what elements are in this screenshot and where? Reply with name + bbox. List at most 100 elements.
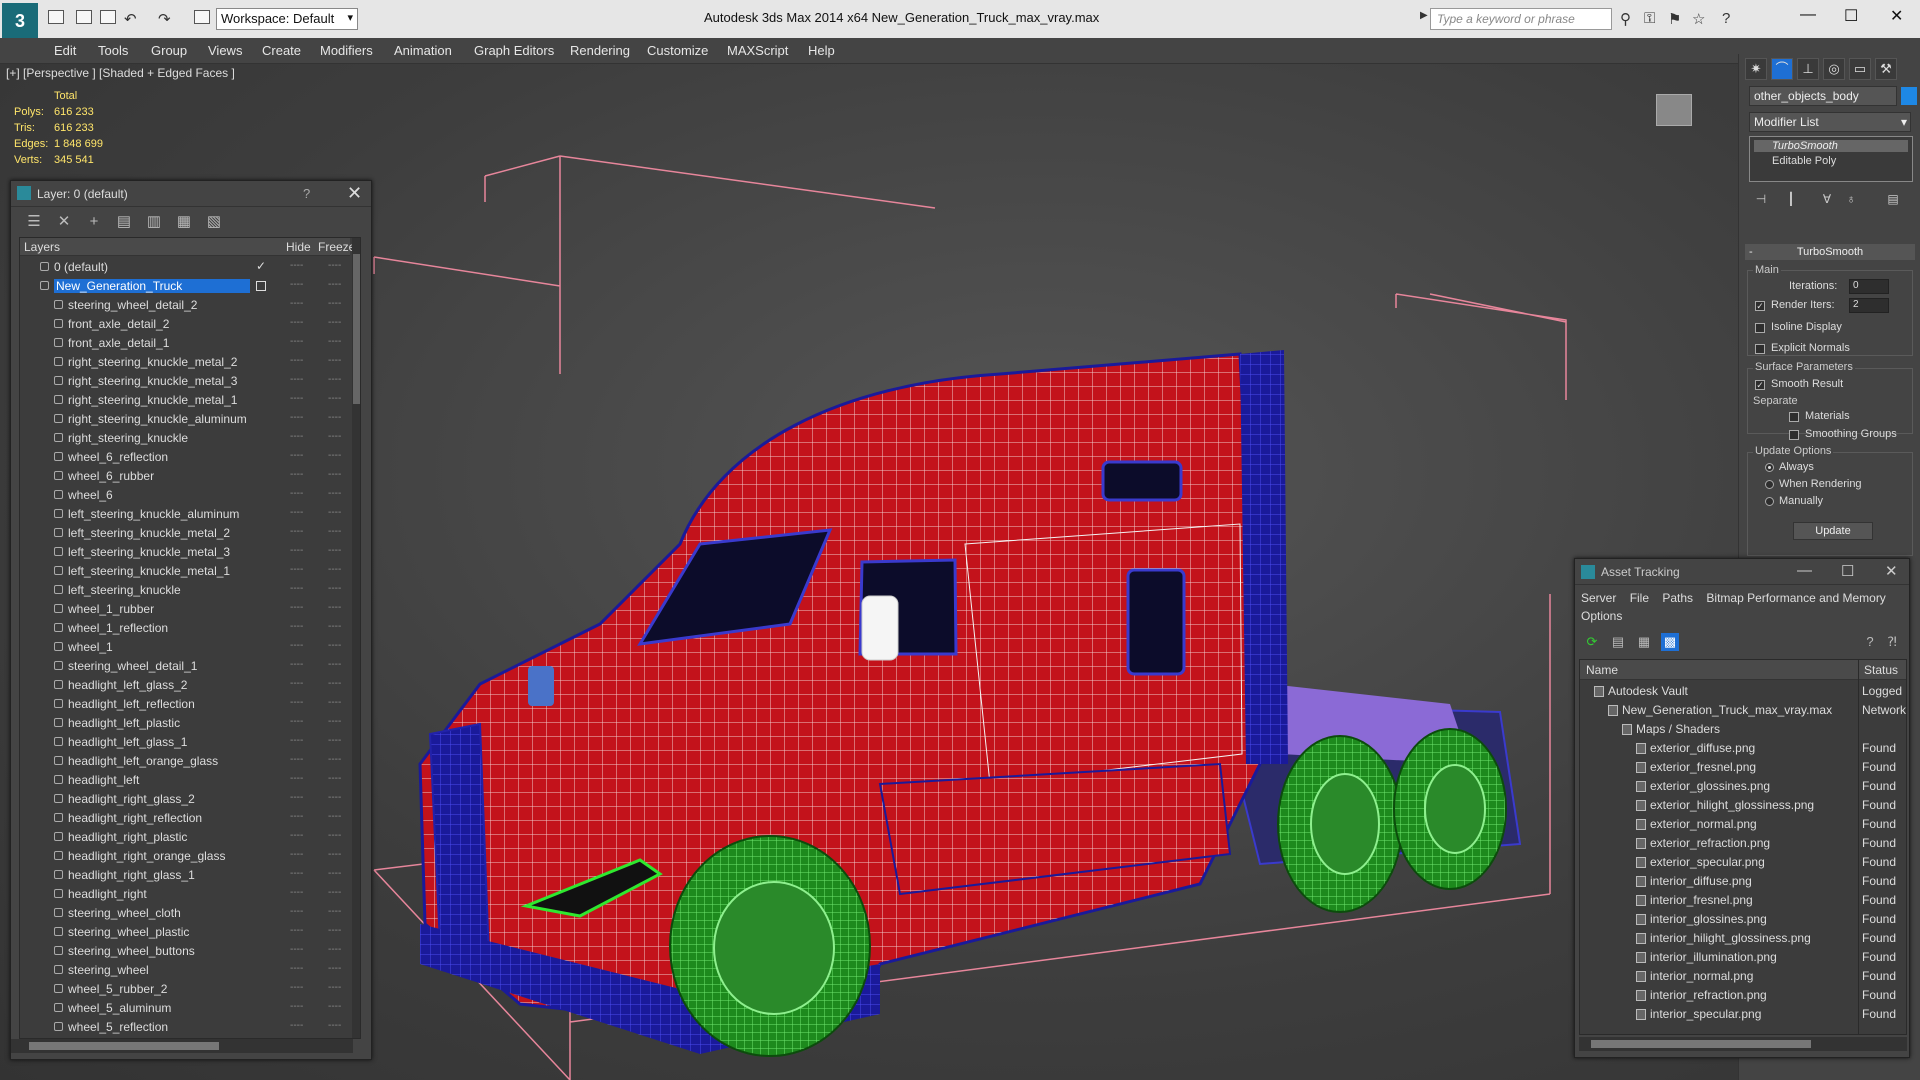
layer-stack-icon[interactable]: ☰ xyxy=(25,213,43,231)
hide-toggle[interactable]: ---- xyxy=(290,678,303,689)
layer-row[interactable]: wheel_6_reflection ---- ---- xyxy=(20,448,350,467)
hide-toggle[interactable]: ---- xyxy=(290,393,303,404)
layer-row[interactable]: front_axle_detail_1 ---- ---- xyxy=(20,334,350,353)
minimize-icon[interactable]: — xyxy=(1800,6,1816,24)
layer-row[interactable]: 0 (default) ---- ---- ✓ xyxy=(20,258,350,277)
freeze-toggle[interactable]: ---- xyxy=(328,868,341,879)
layer-row[interactable]: wheel_6_rubber ---- ---- xyxy=(20,467,350,486)
layer-row[interactable]: steering_wheel_detail_2 ---- ---- xyxy=(20,296,350,315)
hide-toggle[interactable]: ---- xyxy=(290,621,303,632)
redo-icon[interactable]: ↷ xyxy=(158,10,171,28)
layer-row[interactable]: headlight_left ---- ---- xyxy=(20,771,350,790)
freeze-toggle[interactable]: ---- xyxy=(328,621,341,632)
layer-properties-icon[interactable]: ▧ xyxy=(205,213,223,231)
layer-row[interactable]: right_steering_knuckle_metal_1 ---- ---- xyxy=(20,391,350,410)
hide-toggle[interactable]: ---- xyxy=(290,488,303,499)
asset-row[interactable]: interior_hilight_glossiness.png Found xyxy=(1580,929,1906,948)
search-input[interactable]: Type a keyword or phrase xyxy=(1430,8,1612,30)
freeze-toggle[interactable]: ---- xyxy=(328,355,341,366)
layer-row[interactable]: right_steering_knuckle_metal_2 ---- ---- xyxy=(20,353,350,372)
asset-row[interactable]: exterior_normal.png Found xyxy=(1580,815,1906,834)
menu-create[interactable]: Create xyxy=(262,43,301,58)
freeze-toggle[interactable]: ---- xyxy=(328,374,341,385)
hide-toggle[interactable]: ---- xyxy=(290,659,303,670)
freeze-toggle[interactable]: ---- xyxy=(328,773,341,784)
layer-row[interactable]: left_steering_knuckle_metal_2 ---- ---- xyxy=(20,524,350,543)
hide-toggle[interactable]: ---- xyxy=(290,754,303,765)
asset-row[interactable]: exterior_hilight_glossiness.png Found xyxy=(1580,796,1906,815)
freeze-toggle[interactable]: ---- xyxy=(328,697,341,708)
select-objects-icon[interactable]: ▥ xyxy=(145,213,163,231)
hide-toggle[interactable]: ---- xyxy=(290,507,303,518)
hide-toggle[interactable]: ---- xyxy=(290,716,303,727)
layer-row[interactable]: front_axle_detail_2 ---- ---- xyxy=(20,315,350,334)
freeze-toggle[interactable]: ---- xyxy=(328,450,341,461)
pin-stack-icon[interactable]: ⊣ xyxy=(1753,192,1769,208)
hide-toggle[interactable]: ---- xyxy=(290,317,303,328)
asset-row[interactable]: interior_illumination.png Found xyxy=(1580,948,1906,967)
layer-row[interactable]: wheel_5_aluminum ---- ---- xyxy=(20,999,350,1018)
asset-row[interactable]: exterior_specular.png Found xyxy=(1580,853,1906,872)
layer-row[interactable]: wheel_1_rubber ---- ---- xyxy=(20,600,350,619)
hide-toggle[interactable]: ---- xyxy=(290,849,303,860)
freeze-toggle[interactable]: ---- xyxy=(328,412,341,423)
freeze-toggle[interactable]: ---- xyxy=(328,754,341,765)
menu-bitmap-performance[interactable]: Bitmap Performance and Memory xyxy=(1706,591,1885,605)
always-radio[interactable] xyxy=(1765,463,1774,472)
freeze-toggle[interactable]: ---- xyxy=(328,393,341,404)
display-tab-icon[interactable]: ▭ xyxy=(1849,58,1871,80)
menu-rendering[interactable]: Rendering xyxy=(570,43,630,58)
freeze-toggle[interactable]: ---- xyxy=(328,678,341,689)
freeze-toggle[interactable]: ---- xyxy=(328,279,341,290)
col-hide[interactable]: Hide xyxy=(286,240,311,254)
binoculars-icon[interactable]: ⚲ xyxy=(1620,10,1631,28)
viewport-label[interactable]: [+] [Perspective ] [Shaded + Edged Faces… xyxy=(6,66,235,80)
layer-row[interactable]: headlight_left_orange_glass ---- ---- xyxy=(20,752,350,771)
asset-row[interactable]: exterior_diffuse.png Found xyxy=(1580,739,1906,758)
viewcube-icon[interactable] xyxy=(1656,94,1692,126)
render-iters-checkbox[interactable]: ✓ xyxy=(1755,301,1765,311)
col-freeze[interactable]: Freeze xyxy=(318,240,355,254)
freeze-toggle[interactable]: ---- xyxy=(328,811,341,822)
make-unique-icon[interactable]: ∀ xyxy=(1819,192,1835,208)
hide-toggle[interactable]: ---- xyxy=(290,602,303,613)
layer-row[interactable]: steering_wheel_cloth ---- ---- xyxy=(20,904,350,923)
maximize-icon[interactable]: ☐ xyxy=(1841,562,1854,580)
hide-toggle[interactable]: ---- xyxy=(290,868,303,879)
asset-row[interactable]: interior_fresnel.png Found xyxy=(1580,891,1906,910)
freeze-toggle[interactable]: ---- xyxy=(328,317,341,328)
hide-toggle[interactable]: ---- xyxy=(290,963,303,974)
save-file-icon[interactable] xyxy=(100,10,116,24)
freeze-toggle[interactable]: ---- xyxy=(328,659,341,670)
hide-toggle[interactable]: ---- xyxy=(290,773,303,784)
layer-row[interactable]: wheel_6 ---- ---- xyxy=(20,486,350,505)
col-status[interactable]: Status xyxy=(1864,663,1898,677)
asset-row[interactable]: exterior_refraction.png Found xyxy=(1580,834,1906,853)
asset-tracking-titlebar[interactable]: Asset Tracking — ☐ ✕ xyxy=(1575,559,1909,585)
menu-tools[interactable]: Tools xyxy=(98,43,128,58)
hide-toggle[interactable]: ---- xyxy=(290,697,303,708)
menu-server[interactable]: Server xyxy=(1581,591,1616,605)
freeze-toggle[interactable]: ---- xyxy=(328,735,341,746)
hide-toggle[interactable]: ---- xyxy=(290,564,303,575)
freeze-toggle[interactable]: ---- xyxy=(328,526,341,537)
layer-row[interactable]: right_steering_knuckle ---- ---- xyxy=(20,429,350,448)
hide-toggle[interactable]: ---- xyxy=(290,887,303,898)
freeze-toggle[interactable]: ---- xyxy=(328,507,341,518)
hide-toggle[interactable]: ---- xyxy=(290,279,303,290)
layer-row[interactable]: wheel_1_reflection ---- ---- xyxy=(20,619,350,638)
asset-row[interactable]: exterior_glossines.png Found xyxy=(1580,777,1906,796)
layer-row[interactable]: wheel_5_reflection ---- ---- xyxy=(20,1018,350,1037)
workspace-dropdown[interactable]: Workspace: Default xyxy=(216,8,358,30)
hide-toggle[interactable]: ---- xyxy=(290,1001,303,1012)
hide-toggle[interactable]: ---- xyxy=(290,811,303,822)
hide-toggle[interactable]: ---- xyxy=(290,412,303,423)
freeze-toggle[interactable]: ---- xyxy=(328,564,341,575)
freeze-toggle[interactable]: ---- xyxy=(328,792,341,803)
asset-row[interactable]: Autodesk Vault Logged C xyxy=(1580,682,1906,701)
hide-toggle[interactable]: ---- xyxy=(290,355,303,366)
show-end-result-icon[interactable]: ┃ xyxy=(1783,192,1799,208)
app-logo-icon[interactable]: 3 xyxy=(2,3,38,39)
asset-row[interactable]: interior_normal.png Found xyxy=(1580,967,1906,986)
project-folder-icon[interactable] xyxy=(194,10,210,24)
